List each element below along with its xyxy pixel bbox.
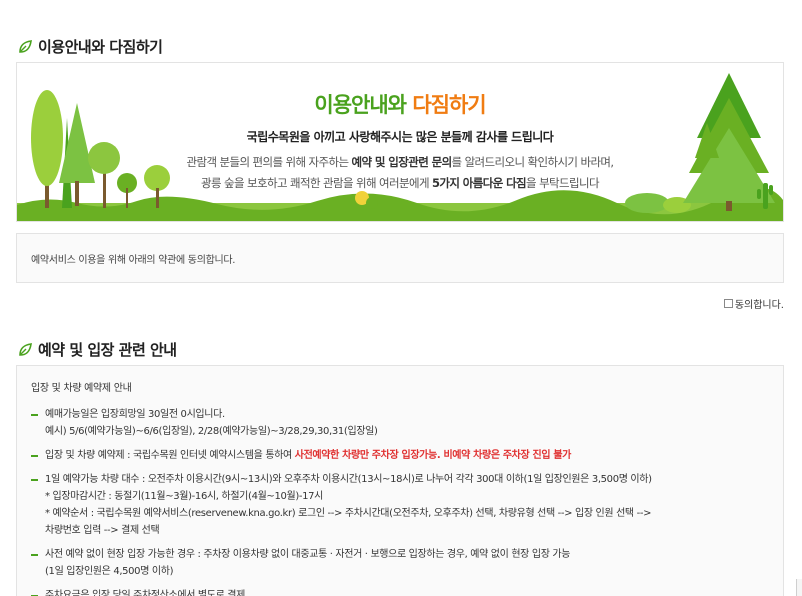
list-item: 주차요금은 입장 당일 주차정산소에서 별도로 결제	[31, 587, 769, 596]
list-item: 사전 예약 없이 현장 입장 가능한 경우 : 주차장 이용차량 없이 대중교통…	[31, 546, 769, 580]
agree-checkbox[interactable]: 동의합니다.	[723, 296, 784, 311]
dash-bullet-icon	[31, 455, 38, 457]
banner-desc-line-2: 광릉 숲을 보호하고 쾌적한 관람을 위해 여러분에게 5가지 아름다운 다짐을…	[201, 176, 600, 190]
guide-banner: 이용안내와 다짐하기 국립수목원을 아끼고 사랑해주시는 많은 분들께 감사를 …	[16, 62, 784, 222]
banner-subtitle: 국립수목원을 아끼고 사랑해주시는 많은 분들께 감사를 드립니다	[246, 130, 554, 144]
section-title-guide: 이용안내와 다짐하기	[17, 36, 163, 57]
list-item: 예매가능일은 입장희망일 30일전 0시입니다. 예시) 5/6(예약가능일)~…	[31, 406, 769, 440]
terms-box: 예약서비스 이용을 위해 아래의 약관에 동의합니다.	[16, 233, 784, 283]
banner-desc-line-1: 관람객 분들의 편의를 위해 자주하는 예약 및 입장관련 문의를 알려드리오니…	[186, 155, 615, 169]
list-item: 1일 예약가능 차량 대수 : 오전주차 이용시간(9시~13시)와 오후주차 …	[31, 471, 769, 539]
banner-description: 관람객 분들의 편의를 위해 자주하는 예약 및 입장관련 문의를 알려드리오니…	[17, 152, 783, 194]
dash-bullet-icon	[31, 554, 38, 556]
dash-bullet-icon	[31, 479, 38, 481]
section-title-reservation: 예약 및 입장 관련 안내	[17, 339, 177, 360]
warning-text: 사전예약한 차량만 주차장 입장가능. 비예약 차량은 주차장 진입 불가	[294, 450, 572, 461]
banner-heading-orange: 다짐하기	[412, 93, 486, 117]
agree-checkbox-label: 동의합니다.	[734, 300, 784, 311]
info-heading: 입장 및 차량 예약제 안내	[31, 383, 132, 394]
list-item: 입장 및 차량 예약제 : 국립수목원 인터넷 예약시스템을 통하여 사전예약한…	[31, 447, 769, 464]
banner-heading: 이용안내와 다짐하기	[17, 89, 783, 119]
reservation-info-box: 입장 및 차량 예약제 안내 예매가능일은 입장희망일 30일전 0시입니다. …	[16, 365, 784, 596]
banner-heading-green: 이용안내와	[314, 93, 413, 117]
section-title-text: 예약 및 입장 관련 안내	[38, 341, 177, 359]
leaf-icon	[19, 39, 32, 53]
dash-bullet-icon	[31, 414, 38, 416]
checkbox-square[interactable]	[723, 299, 733, 308]
leaf-icon	[19, 342, 32, 356]
scrollbar-handle[interactable]	[796, 579, 802, 596]
info-list: 예매가능일은 입장희망일 30일전 0시입니다. 예시) 5/6(예약가능일)~…	[31, 406, 769, 596]
terms-text: 예약서비스 이용을 위해 아래의 약관에 동의합니다.	[31, 255, 236, 266]
section-title-text: 이용안내와 다짐하기	[38, 38, 163, 56]
